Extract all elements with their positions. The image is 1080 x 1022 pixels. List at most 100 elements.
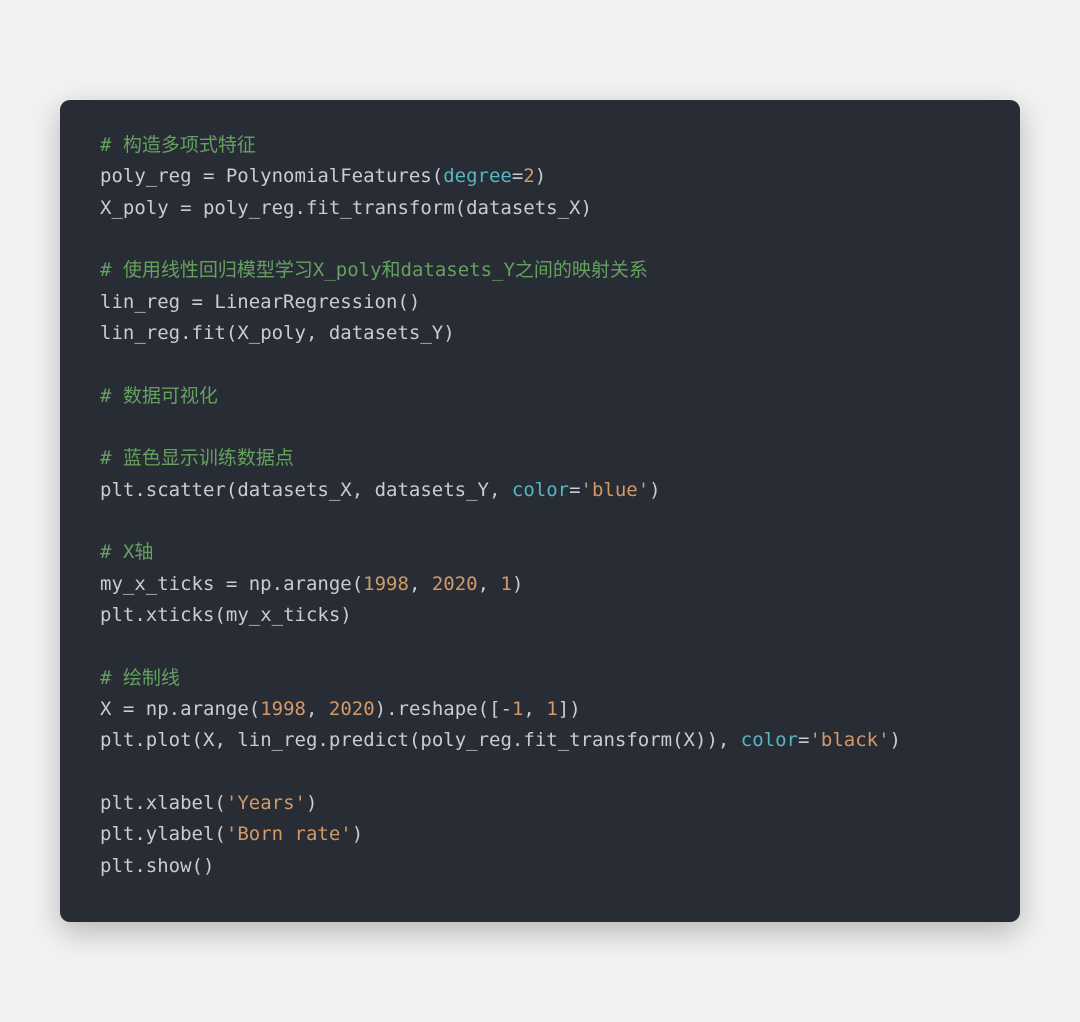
code-token-identifier: fit_transform (523, 729, 672, 751)
code-token-identifier: poly_reg (420, 729, 512, 751)
code-token-delimiter: ) (306, 792, 317, 814)
code-token-comment: # 使用线性回归模型学习X_poly和datasets_Y之间的映射关系 (100, 259, 648, 281)
code-token-keyword: degree (443, 165, 512, 187)
code-token-operator: . (294, 197, 305, 219)
code-token-delimiter: , (409, 573, 432, 595)
code-token-comment: # X轴 (100, 541, 153, 563)
code-token-delimiter: ( (455, 197, 466, 219)
code-token-identifier: X (100, 698, 123, 720)
code-token-identifier: datasets_Y (329, 322, 443, 344)
code-token-identifier: plt (100, 479, 134, 501)
code-token-number: 2020 (432, 573, 478, 595)
code-token-identifier: my_x_ticks (100, 573, 226, 595)
code-token-delimiter: , (352, 479, 375, 501)
code-token-identifier: plt (100, 792, 134, 814)
code-token-delimiter: , (478, 573, 501, 595)
code-token-delimiter: ) (512, 573, 523, 595)
code-token-identifier: arange (283, 573, 352, 595)
code-token-delimiter: ( (249, 698, 260, 720)
code-token-operator: . (134, 604, 145, 626)
code-token-identifier: datasets_X (237, 479, 351, 501)
code-token-identifier: plot (146, 729, 192, 751)
code-token-identifier: datasets_Y (375, 479, 489, 501)
code-token-identifier: poly_reg (203, 197, 295, 219)
code-token-delimiter: ( (432, 165, 443, 187)
code-token-identifier: predict (329, 729, 409, 751)
code-token-operator: . (272, 573, 283, 595)
code-token-identifier: fit (192, 322, 226, 344)
code-token-number: 1 (546, 698, 557, 720)
code-token-operator: = (180, 197, 203, 219)
code-token-comment: # 绘制线 (100, 667, 180, 689)
code-token-delimiter: , (489, 479, 512, 501)
code-token-string: 'Born rate' (226, 823, 352, 845)
code-token-number: 1 (500, 573, 511, 595)
code-token-delimiter: ( (672, 729, 683, 751)
code-token-identifier: poly_reg (100, 165, 203, 187)
code-token-identifier: LinearRegression (214, 291, 397, 313)
code-token-identifier: PolynomialFeatures (226, 165, 432, 187)
code-token-delimiter: ) (581, 197, 592, 219)
code-token-number: 2020 (329, 698, 375, 720)
code-token-delimiter: ( (192, 729, 203, 751)
code-token-delimiter: , (718, 729, 741, 751)
code-token-delimiter: ( (214, 823, 225, 845)
code-token-identifier: scatter (146, 479, 226, 501)
code-token-delimiter: , (523, 698, 546, 720)
code-token-delimiter: ) (535, 165, 546, 187)
code-content[interactable]: # 构造多项式特征 poly_reg = PolynomialFeatures(… (100, 130, 980, 882)
code-token-comment: # 数据可视化 (100, 385, 218, 407)
code-token-identifier: plt (100, 855, 134, 877)
code-token-number: 1998 (363, 573, 409, 595)
code-token-identifier: xlabel (146, 792, 215, 814)
code-token-operator: . (180, 322, 191, 344)
code-token-identifier: lin_reg (237, 729, 317, 751)
code-token-delimiter: ( (352, 573, 363, 595)
code-token-identifier: X_poly (100, 197, 180, 219)
code-token-identifier: plt (100, 729, 134, 751)
code-token-string: 'Years' (226, 792, 306, 814)
code-token-operator: . (512, 729, 523, 751)
code-token-operator: . (134, 855, 145, 877)
code-token-identifier: reshape (398, 698, 478, 720)
code-token-comment: # 蓝色显示训练数据点 (100, 447, 294, 469)
code-token-operator: . (169, 698, 180, 720)
code-token-operator: = (569, 479, 580, 501)
code-token-operator: = (798, 729, 809, 751)
code-token-identifier: X_poly (237, 322, 306, 344)
code-token-delimiter: ) (890, 729, 901, 751)
code-token-delimiter: () (192, 855, 215, 877)
code-token-identifier: xticks (146, 604, 215, 626)
code-token-delimiter: ) (649, 479, 660, 501)
code-token-keyword: color (741, 729, 798, 751)
code-token-number: 1998 (260, 698, 306, 720)
code-token-identifier: arange (180, 698, 249, 720)
code-token-operator: - (501, 698, 512, 720)
code-token-delimiter: , (306, 322, 329, 344)
code-token-delimiter: ]) (558, 698, 581, 720)
code-token-identifier: ylabel (146, 823, 215, 845)
code-token-operator: = (203, 165, 226, 187)
code-token-identifier: my_x_ticks (226, 604, 340, 626)
code-token-operator: . (134, 792, 145, 814)
code-token-delimiter: ( (409, 729, 420, 751)
code-token-delimiter: ) (340, 604, 351, 626)
code-token-operator: = (192, 291, 215, 313)
code-token-keyword: color (512, 479, 569, 501)
code-token-delimiter: , (306, 698, 329, 720)
code-token-operator: = (123, 698, 146, 720)
code-token-string: 'blue' (581, 479, 650, 501)
code-token-operator: = (226, 573, 249, 595)
code-token-operator: = (512, 165, 523, 187)
code-token-delimiter: ([ (478, 698, 501, 720)
code-token-operator: . (317, 729, 328, 751)
code-token-identifier: fit_transform (306, 197, 455, 219)
code-token-operator: . (134, 479, 145, 501)
code-token-delimiter: )) (695, 729, 718, 751)
code-token-delimiter: () (397, 291, 420, 313)
code-token-identifier: lin_reg (100, 322, 180, 344)
code-block: # 构造多项式特征 poly_reg = PolynomialFeatures(… (60, 100, 1020, 922)
code-token-delimiter: ( (214, 604, 225, 626)
code-token-number: 2 (523, 165, 534, 187)
code-token-delimiter: ( (226, 479, 237, 501)
